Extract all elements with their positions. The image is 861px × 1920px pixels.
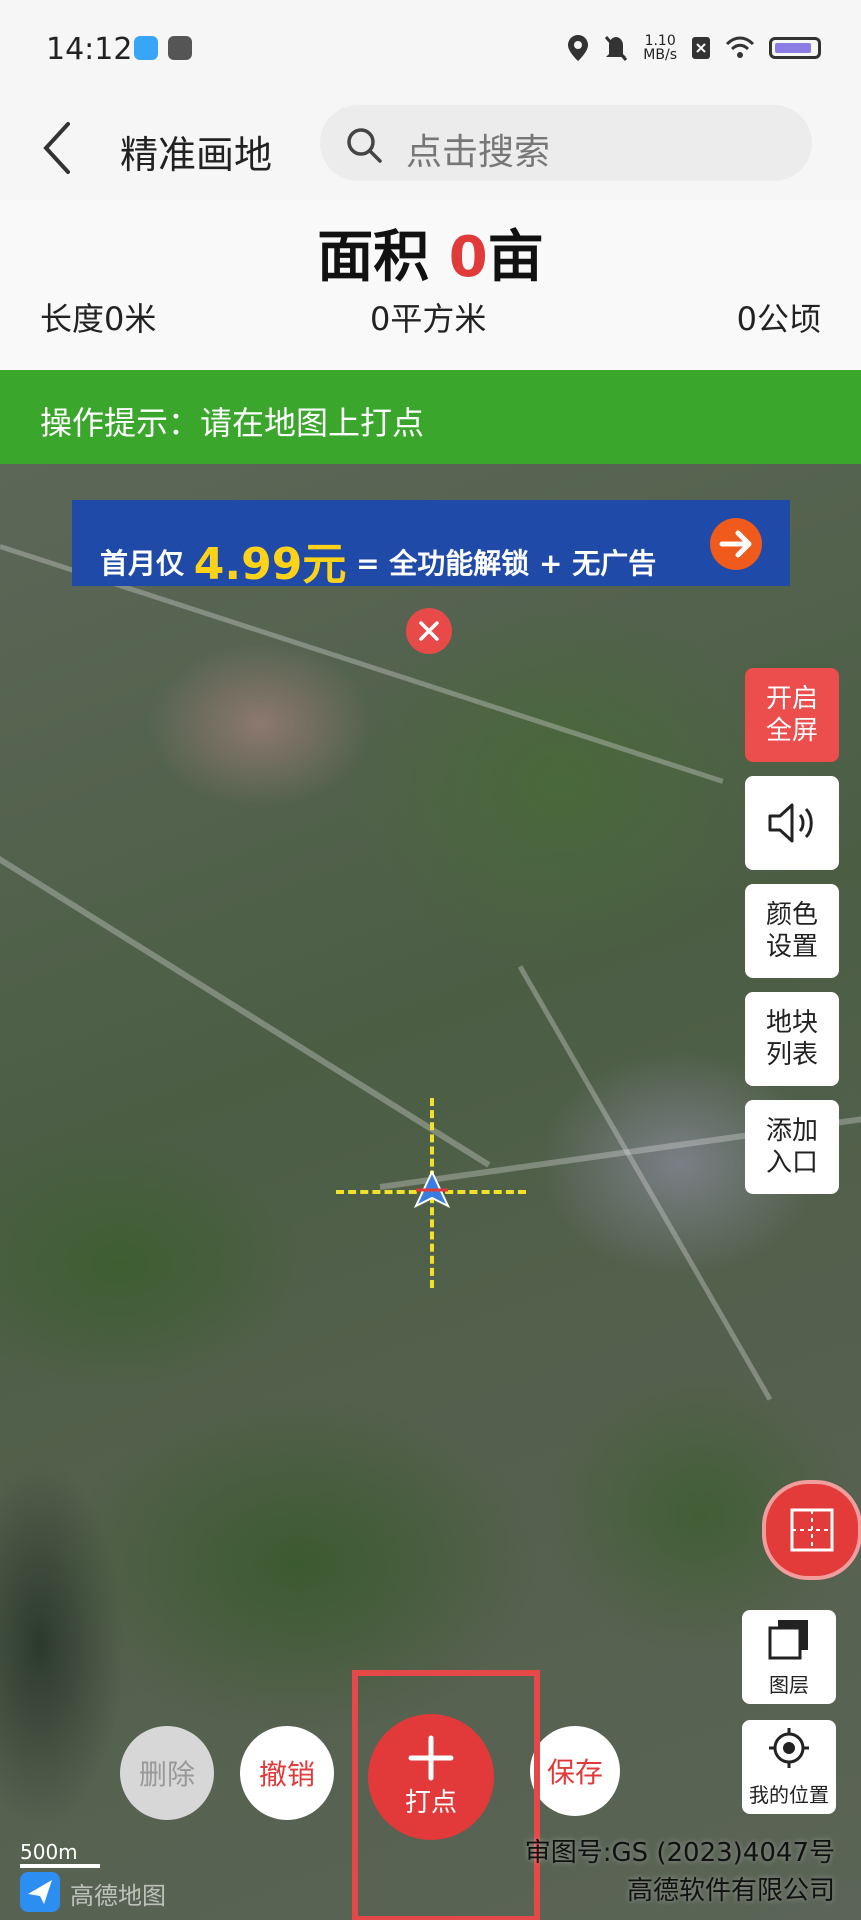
- area-label: 面积: [317, 225, 430, 290]
- weather-app-icon: [134, 36, 158, 60]
- promo-banner[interactable]: 首月仅 4.99元 = 全功能解锁 + 无广告: [72, 500, 790, 590]
- delete-button[interactable]: 删除: [120, 1726, 214, 1820]
- promo-price: 4.99元: [193, 539, 347, 590]
- operation-tip-bar: 操作提示：请在地图上打点: [0, 370, 861, 464]
- highlight-frame: [352, 1670, 540, 1920]
- close-icon[interactable]: [406, 608, 452, 654]
- add-entry-button[interactable]: 添加 入口: [745, 1100, 839, 1194]
- layers-icon: [768, 1620, 808, 1660]
- app-header: 精准画地 点击搜索: [0, 100, 861, 200]
- layers-button[interactable]: 图层: [742, 1610, 836, 1704]
- color-settings-button[interactable]: 颜色 设置: [745, 884, 839, 978]
- layers-label: 图层: [769, 1673, 809, 1697]
- speaker-icon: [768, 803, 813, 843]
- amap-logo: 高德地图: [18, 1868, 188, 1912]
- status-indicators: 1.10 MB/s: [567, 34, 821, 62]
- draw-tool-button[interactable]: [762, 1480, 861, 1580]
- map-scale-label: 500m: [20, 1840, 78, 1864]
- area-unit: 亩: [487, 225, 544, 290]
- battery-icon: [769, 37, 821, 59]
- length-value: 长度0米: [40, 300, 157, 338]
- measurement-summary: 面积 0亩 长度0米 0平方米 0公顷: [0, 200, 861, 370]
- locate-target-icon: [769, 1728, 809, 1768]
- satellite-map[interactable]: 首月仅 4.99元 = 全功能解锁 + 无广告 开启 全屏 颜色 设置 地块 列表 添…: [0, 464, 861, 1920]
- my-location-label: 我的位置: [749, 1783, 829, 1807]
- my-location-button[interactable]: 我的位置: [742, 1720, 836, 1814]
- map-company: 高德软件有限公司: [626, 1876, 835, 1906]
- fullscreen-button[interactable]: 开启 全屏: [745, 668, 839, 762]
- sim-off-icon: [692, 37, 710, 59]
- search-placeholder: 点击搜索: [406, 132, 551, 173]
- promo-text: 首月仅 4.99元 = 全功能解锁 + 无广告: [100, 539, 657, 590]
- map-road: [517, 965, 773, 1401]
- mute-icon: [605, 36, 628, 61]
- amap-logo-icon: [20, 1872, 60, 1912]
- amap-logo-text: 高德地图: [70, 1882, 166, 1910]
- status-time: 14:12: [46, 32, 133, 67]
- notification-app-icon: [168, 36, 192, 60]
- square-meters-value: 0平方米: [370, 300, 487, 338]
- map-road: [0, 844, 491, 1168]
- voice-button[interactable]: [745, 776, 839, 870]
- location-icon: [568, 35, 589, 61]
- arrow-right-icon: [710, 518, 762, 570]
- status-bar: 14:12 1.10 MB/s: [0, 0, 861, 100]
- area-display: 面积 0亩: [0, 212, 861, 293]
- save-button[interactable]: 保存: [530, 1726, 620, 1816]
- undo-button[interactable]: 撤销: [240, 1726, 334, 1820]
- review-number: 审图号:GS (2023)4047号: [524, 1838, 835, 1868]
- page-title: 精准画地: [120, 133, 273, 177]
- operation-tip-text: 操作提示：请在地图上打点: [40, 404, 425, 442]
- network-speed: 1.10 MB/s: [643, 33, 677, 63]
- back-arrow-icon[interactable]: [38, 118, 78, 178]
- wifi-icon: [725, 36, 755, 58]
- hectares-value: 0公顷: [736, 300, 821, 338]
- plot-list-button[interactable]: 地块 列表: [745, 992, 839, 1086]
- map-attribution: 审图号:GS (2023)4047号 高德软件有限公司: [525, 1834, 835, 1910]
- search-icon: [347, 128, 382, 163]
- search-bar[interactable]: 点击搜索: [320, 105, 812, 181]
- grid-frame-icon: [790, 1508, 834, 1552]
- navigation-arrow-icon: [413, 1170, 451, 1209]
- area-value: 0: [448, 225, 488, 290]
